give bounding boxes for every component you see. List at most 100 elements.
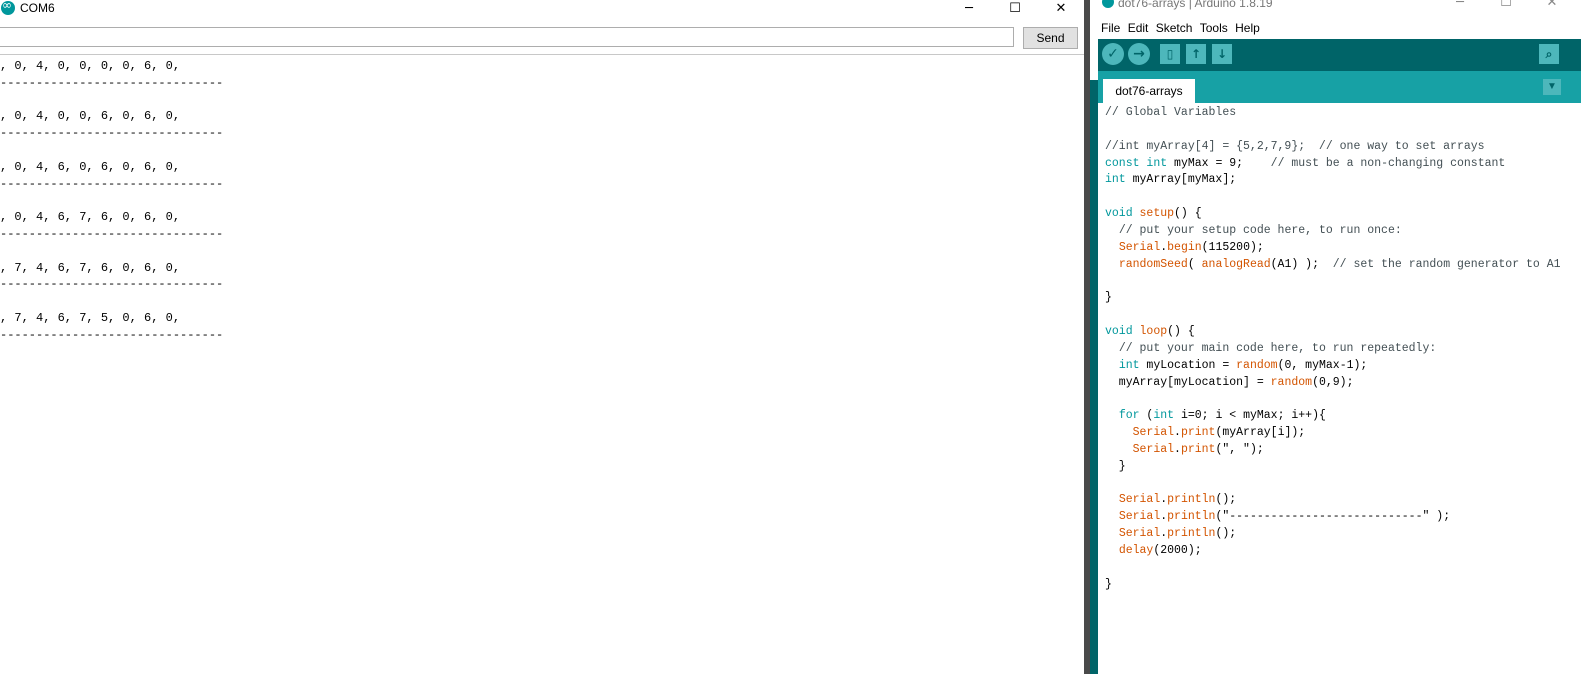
- save-icon[interactable]: ↓: [1212, 44, 1232, 64]
- verify-icon[interactable]: ✓: [1102, 43, 1124, 65]
- code-token: analogRead: [1201, 257, 1271, 271]
- new-file-icon[interactable]: ▯: [1160, 44, 1180, 64]
- serial-input[interactable]: [0, 27, 1014, 47]
- serial-output: , 0, 4, 0, 0, 0, 0, 6, 0, ---------------…: [0, 58, 1080, 668]
- menu-file[interactable]: File: [1101, 19, 1120, 37]
- code-token: // must be a non-changing constant: [1270, 156, 1506, 170]
- code-line: Serial.begin(115200);: [1105, 240, 1561, 257]
- minimize-icon[interactable]: ─: [1437, 0, 1483, 16]
- code-token: }: [1105, 459, 1126, 473]
- code-line: // Global Variables: [1105, 105, 1561, 122]
- ide-titlebar: dot76-arrays | Arduino 1.8.19 ─ ☐ ✕: [1098, 0, 1581, 18]
- code-token: ();: [1215, 493, 1237, 507]
- tab-menu-icon[interactable]: ▼: [1543, 79, 1561, 95]
- code-line: void setup() {: [1105, 206, 1561, 223]
- code-line: randomSeed( analogRead(A1) ); // set the…: [1105, 257, 1561, 274]
- upload-icon[interactable]: →: [1128, 43, 1150, 65]
- code-token: (A1) );: [1270, 257, 1333, 271]
- send-row: Send: [0, 27, 1084, 51]
- menu-help[interactable]: Help: [1235, 19, 1260, 37]
- code-token: random: [1236, 358, 1278, 372]
- maximize-icon[interactable]: ☐: [1483, 0, 1529, 16]
- code-token: const: [1105, 156, 1140, 170]
- tab-dot76-arrays[interactable]: dot76-arrays: [1103, 79, 1195, 103]
- code-token: Serial: [1132, 442, 1175, 456]
- serial-output-line: , 0, 4, 0, 0, 6, 0, 6, 0,: [0, 109, 181, 124]
- code-token: myMax = 9;: [1167, 156, 1271, 170]
- code-line: for (int i=0; i < myMax; i++){: [1105, 408, 1561, 425]
- code-token: Serial: [1118, 240, 1161, 254]
- code-token: (myArray[i]);: [1215, 426, 1306, 440]
- ide-toolbar: ✓ → ▯ ↑ ↓ ⌕: [1098, 39, 1581, 71]
- code-token: myArray[myLocation] =: [1105, 375, 1271, 389]
- code-token: int: [1153, 409, 1175, 423]
- code-token: delay: [1118, 543, 1154, 557]
- send-button[interactable]: Send: [1023, 27, 1078, 49]
- code-token: myArray[myMax];: [1125, 173, 1237, 187]
- code-token: ();: [1215, 527, 1237, 541]
- code-token: loop: [1139, 324, 1168, 338]
- serial-titlebar: COM6 ─ ☐ ✕: [0, 0, 1084, 22]
- divider: [0, 54, 1084, 55]
- code-token: () {: [1167, 324, 1195, 338]
- code-token: // put your setup code here, to run once…: [1118, 223, 1402, 237]
- code-text: // Global Variables //int myArray[4] = {5…: [1105, 105, 1561, 593]
- serial-output-line: [0, 142, 1080, 159]
- code-token: (", ");: [1215, 442, 1264, 456]
- close-icon[interactable]: ✕: [1038, 0, 1084, 22]
- code-editor[interactable]: // Global Variables //int myArray[4] = {5…: [1098, 103, 1581, 674]
- menu-edit[interactable]: Edit: [1128, 19, 1149, 37]
- serial-output-line: [0, 192, 1080, 209]
- code-token: println: [1167, 493, 1216, 507]
- code-line: delay(2000);: [1105, 543, 1561, 560]
- maximize-icon[interactable]: ☐: [992, 0, 1038, 22]
- code-line: }: [1105, 290, 1561, 307]
- serial-monitor-icon[interactable]: ⌕: [1539, 44, 1559, 64]
- code-token: (0, myMax-1);: [1277, 358, 1368, 372]
- code-line: myArray[myLocation] = random(0,9);: [1105, 375, 1561, 392]
- code-token: print: [1180, 442, 1216, 456]
- menu-bar: File Edit Sketch Tools Help: [1098, 19, 1581, 37]
- close-icon[interactable]: ✕: [1529, 0, 1575, 16]
- serial-output-line: , 7, 4, 6, 7, 5, 0, 6, 0,: [0, 310, 181, 325]
- code-token: .: [1174, 442, 1181, 456]
- menu-tools[interactable]: Tools: [1200, 19, 1228, 37]
- serial-output-line: -------------------------------: [0, 277, 224, 292]
- code-token: void: [1105, 207, 1133, 221]
- code-line: //int myArray[4] = {5,2,7,9}; // one way…: [1105, 139, 1561, 156]
- code-line: Serial.println();: [1105, 526, 1561, 543]
- code-token: for: [1118, 409, 1140, 423]
- code-token: // set the random generator to A1: [1332, 257, 1561, 271]
- open-icon[interactable]: ↑: [1186, 44, 1206, 64]
- menu-sketch[interactable]: Sketch: [1156, 19, 1193, 37]
- code-token: begin: [1167, 240, 1202, 254]
- code-line: Serial.print(myArray[i]);: [1105, 425, 1561, 442]
- code-line: Serial.print(", ");: [1105, 442, 1561, 459]
- minimize-icon[interactable]: ─: [946, 0, 992, 22]
- arduino-logo-icon: [1102, 0, 1114, 8]
- serial-output-line: -------------------------------: [0, 176, 224, 191]
- code-token: i=0; i < myMax; i++){: [1174, 409, 1326, 423]
- code-line: Serial.println();: [1105, 492, 1561, 509]
- code-token: int: [1146, 156, 1168, 170]
- tab-bar: dot76-arrays ▼: [1098, 71, 1581, 103]
- code-token: // put your main code here, to run repea…: [1118, 341, 1437, 355]
- code-token: print: [1180, 426, 1216, 440]
- serial-output-line: [0, 92, 1080, 109]
- code-token: (115200);: [1201, 240, 1264, 254]
- code-token: random: [1270, 375, 1313, 389]
- serial-output-line: , 0, 4, 6, 0, 6, 0, 6, 0,: [0, 159, 181, 174]
- serial-output-line: -------------------------------: [0, 226, 224, 241]
- code-line: void loop() {: [1105, 324, 1561, 341]
